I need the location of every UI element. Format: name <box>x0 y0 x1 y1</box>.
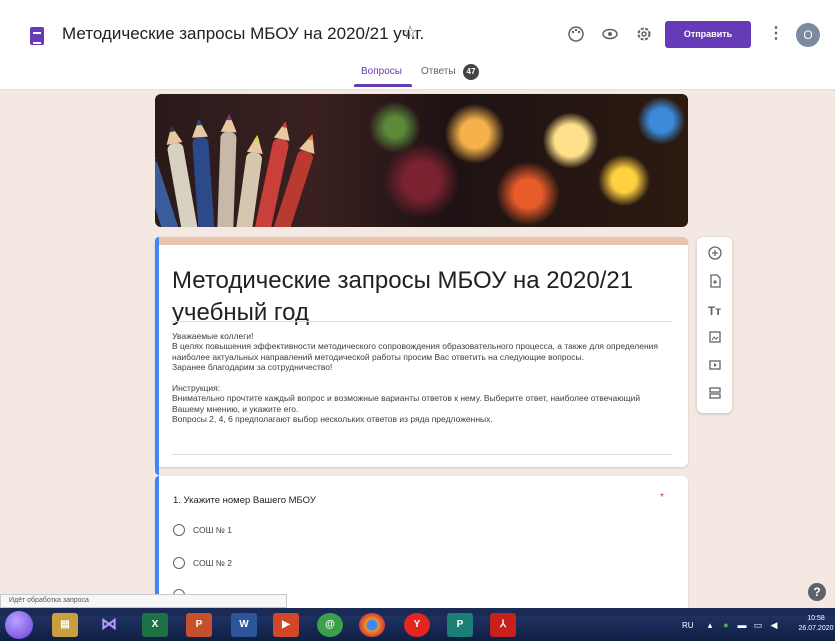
question-title[interactable]: 1. Укажите номер Вашего МБОУ <box>173 495 316 506</box>
chevron-up-icon[interactable]: ▴ <box>704 619 716 631</box>
add-video-icon[interactable] <box>705 358 724 377</box>
answers-count-badge: 47 <box>463 64 479 80</box>
pencil-graphic <box>217 131 237 227</box>
form-description[interactable]: Уважаемые коллеги! В целях повышения эфф… <box>172 331 672 425</box>
publisher-icon[interactable]: P <box>447 613 473 637</box>
import-questions-icon[interactable] <box>705 274 724 293</box>
settings-icon[interactable] <box>634 25 654 45</box>
radio-option-1[interactable] <box>173 524 185 536</box>
eye-icon[interactable] <box>600 25 620 45</box>
star-icon[interactable]: ☆ <box>402 22 418 43</box>
network-icon[interactable]: ● <box>720 619 732 631</box>
powerpoint-icon[interactable]: P <box>186 613 212 637</box>
volume-icon[interactable]: ◀ <box>768 619 780 631</box>
header-image <box>155 94 688 227</box>
tab-questions[interactable]: Вопросы <box>361 66 402 77</box>
start-menu-icon[interactable] <box>5 611 33 639</box>
status-bar: Идёт обработка запроса <box>0 594 287 608</box>
option-label[interactable]: СОШ № 2 <box>193 558 232 568</box>
add-section-icon[interactable] <box>705 386 724 405</box>
clock[interactable]: 10:58 26.07.2020 <box>797 614 835 634</box>
add-image-icon[interactable] <box>705 330 724 349</box>
battery-icon[interactable]: ▭ <box>752 619 764 631</box>
tab-answers[interactable]: Ответы <box>421 66 456 77</box>
slideshow-icon[interactable]: ▶ <box>273 613 299 637</box>
forms-doc-icon[interactable] <box>30 27 44 45</box>
excel-icon[interactable]: X <box>142 613 168 637</box>
language-indicator[interactable]: RU <box>682 621 694 630</box>
form-title-card[interactable]: Методические запросы МБОУ на 2020/21 уче… <box>155 237 688 475</box>
required-mark: * <box>660 492 664 503</box>
active-tab-indicator <box>354 84 412 87</box>
form-name[interactable]: Методические запросы МБОУ на 2020/21 уч.… <box>62 24 424 44</box>
add-question-icon[interactable] <box>705 246 724 265</box>
message-icon[interactable]: ▬ <box>736 619 748 631</box>
top-header: Методические запросы МБОУ на 2020/21 уч.… <box>0 0 835 90</box>
acrobat-icon[interactable]: ⅄ <box>490 613 516 637</box>
mail-icon[interactable]: ⋈ <box>96 613 122 637</box>
clock-time: 10:58 <box>807 615 825 622</box>
avatar[interactable]: О <box>796 23 820 47</box>
add-title-icon[interactable]: Tт <box>705 302 724 321</box>
active-card-accent <box>155 237 159 475</box>
messenger-icon[interactable]: @ <box>317 613 343 637</box>
pencil-graphic <box>192 136 215 227</box>
more-vert-icon[interactable]: ⋮ <box>768 23 784 45</box>
side-toolbar: Tт <box>697 237 732 413</box>
palette-icon[interactable] <box>566 25 586 45</box>
form-title[interactable]: Методические запросы МБОУ на 2020/21 уче… <box>172 265 652 329</box>
yandex-icon[interactable]: Y <box>404 613 430 637</box>
chrome-icon[interactable] <box>359 613 385 637</box>
radio-option-2[interactable] <box>173 557 185 569</box>
description-underline <box>172 454 672 455</box>
title-underline <box>172 321 672 322</box>
file-explorer-icon[interactable]: ▤ <box>52 613 78 637</box>
help-icon[interactable]: ? <box>808 583 826 601</box>
word-icon[interactable]: W <box>231 613 257 637</box>
send-button[interactable]: Отправить <box>665 21 751 48</box>
clock-date: 26.07.2020 <box>798 625 834 632</box>
option-label[interactable]: СОШ № 1 <box>193 525 232 535</box>
